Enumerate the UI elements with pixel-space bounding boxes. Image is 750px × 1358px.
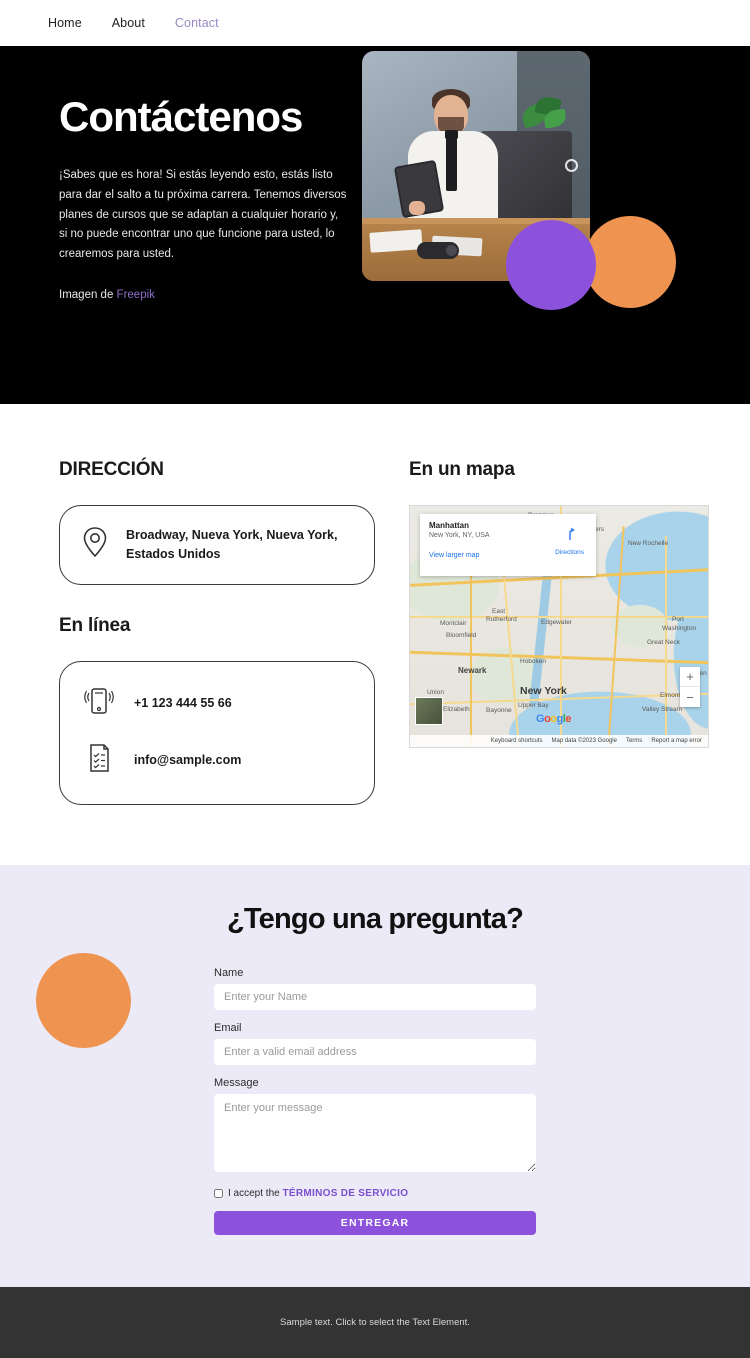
nav-link-about[interactable]: About [112,16,145,30]
email-address: info@sample.com [134,752,242,767]
nav-link-home[interactable]: Home [48,16,82,30]
map-zoom-controls[interactable]: + − [680,667,700,707]
directions-label: Directions [555,549,584,556]
map-label: Upper Bay [518,702,549,709]
map-heading: En un mapa [409,459,515,480]
email-row: info@sample.com [82,741,241,780]
map-info-card: Manhattan New York, NY, USA View larger … [420,514,596,576]
accept-terms-checkbox[interactable] [214,1188,223,1198]
name-label: Name [214,966,244,979]
footer-text: Sample text. Click to select the Text El… [280,1316,470,1328]
terms-of-service-link[interactable]: TÉRMINOS DE SERVICIO [282,1188,408,1199]
map-label: Great Neck [647,639,680,646]
image-credit-prefix: Imagen de [59,288,117,301]
page-title: Contáctenos [59,93,303,140]
mobile-phone-icon [82,684,116,723]
speaker-device [417,242,459,259]
online-heading: En línea [59,614,131,636]
hero-visual [360,46,750,404]
location-pin-icon [82,526,108,563]
address-card: Broadway, Nueva York, Nueva York, Estado… [59,505,375,585]
hero-section: Contáctenos ¡Sabes que es hora! Si estás… [0,46,750,404]
submit-button[interactable]: ENTREGAR [214,1210,536,1235]
question-form-section: ¿Tengo una pregunta? Name Email Message … [0,864,750,1287]
message-label: Message [214,1076,259,1089]
page-footer: Sample text. Click to select the Text El… [0,1286,750,1358]
papers-stack [369,229,423,253]
address-text: Broadway, Nueva York, Nueva York, Estado… [126,528,338,561]
map-label: Valley Stream [642,706,682,713]
plant-decor [519,94,568,133]
hero-orange-circle [584,216,676,308]
necktie [445,130,458,191]
map-zoom-out-button[interactable]: − [680,687,700,707]
terms-row: I accept the TÉRMINOS DE SERVICIO [214,1188,536,1199]
online-card: +1 123 444 55 66 info@sample.com [59,660,375,805]
directions-icon [568,527,575,540]
camera-icon [565,159,578,172]
map-label: ers [595,526,605,533]
google-logo: Google [536,713,571,725]
map-label: New Rochelle [628,540,669,547]
message-textarea[interactable] [214,1093,536,1172]
map-label: Hoboken [520,658,547,665]
name-input[interactable] [214,983,536,1010]
map-label: Elizabeth [443,706,470,713]
map-label: Washington [662,625,697,632]
map-label: Bayonne [486,707,512,714]
map-satellite-thumbnail[interactable] [415,697,443,725]
map-directions-button[interactable]: Directions [555,526,584,556]
map-zoom-in-button[interactable]: + [680,667,700,687]
map-column: En un mapa ParamusNew RochelleersMontcla… [375,459,750,805]
contact-section: DIRECCIÓN Broadway, Nueva York, Nueva Yo… [0,404,750,865]
email-label: Email [214,1021,242,1034]
nav-link-contact[interactable]: Contact [175,16,219,30]
freepik-link[interactable]: Freepik [117,289,155,301]
map-data-text: Map data ©2023 Google [551,738,617,744]
hero-paragraph: ¡Sabes que es hora! Si estás leyendo est… [59,169,347,261]
accept-terms-label: I accept the TÉRMINOS DE SERVICIO [228,1188,408,1199]
contact-form: Name Email Message I accept the TÉRMINOS… [214,967,536,1235]
main-navigation: Home About Contact [0,0,750,46]
phone-number: +1 123 444 55 66 [134,695,232,710]
image-credit: Imagen de Freepik [59,289,360,301]
contact-details-column: DIRECCIÓN Broadway, Nueva York, Nueva Yo… [0,459,375,805]
map-label: Montclair [440,620,467,627]
address-heading: DIRECCIÓN [59,459,164,480]
map-label: Newark [458,666,487,675]
hero-text-block: Contáctenos ¡Sabes que es hora! Si estás… [0,46,360,404]
map-label: Union [427,689,444,696]
terms-link[interactable]: Terms [626,738,642,744]
map-label: Bloomfield [446,632,477,639]
report-map-error-link[interactable]: Report a map error [651,738,702,744]
form-orange-circle [36,952,131,1048]
map-label: Rutherford [486,616,517,623]
keyboard-shortcuts-link[interactable]: Keyboard shortcuts [491,738,543,744]
map-label: Elmont [660,692,681,699]
map-label: Edgewater [541,619,573,626]
map-attribution-bar: Keyboard shortcuts Map data ©2023 Google… [410,735,708,747]
google-map[interactable]: ParamusNew RochelleersMontclairRutherfor… [409,505,709,748]
hero-purple-circle [506,220,596,310]
map-label: New York [520,685,567,697]
person-hand [409,201,425,215]
map-label: Port [672,616,684,623]
map-label: East [492,608,506,615]
accept-prefix: I accept the [228,1187,283,1199]
document-checklist-icon [82,741,116,780]
phone-row: +1 123 444 55 66 [82,684,232,723]
form-title: ¿Tengo una pregunta? [227,902,524,935]
email-input[interactable] [214,1038,536,1065]
